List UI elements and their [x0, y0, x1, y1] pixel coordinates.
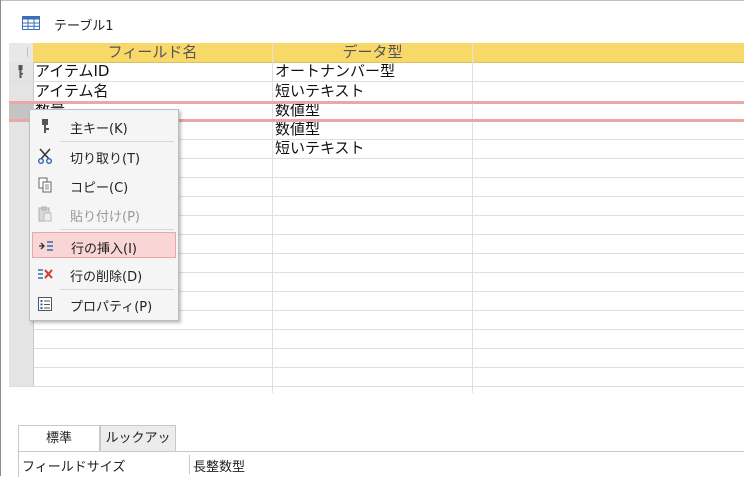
primary-key-icon — [18, 65, 23, 78]
insert-row-icon — [39, 241, 53, 251]
delete-row-icon — [38, 269, 53, 279]
menu-item-delete-row[interactable]: 行の削除(D) — [32, 261, 176, 287]
copy-icon — [38, 177, 52, 193]
menu-item-label: コピー(C) — [70, 181, 129, 196]
menu-item-label: 切り取り(T) — [70, 152, 141, 167]
cell-data-type[interactable]: 短いテキスト — [273, 82, 472, 101]
cell-data-type[interactable]: オートナンバー型 — [273, 62, 472, 81]
primary-key-icon — [42, 119, 49, 133]
table-row[interactable]: アイテム名 短いテキスト — [9, 82, 744, 102]
header-field-name[interactable]: フィールド名 — [33, 43, 273, 62]
menu-item-label: 行の削除(D) — [70, 270, 143, 285]
table-row[interactable]: アイテムID オートナンバー型 — [9, 62, 744, 82]
menu-item-properties[interactable]: プロパティ(P) — [32, 291, 176, 317]
row-selector[interactable] — [9, 367, 34, 386]
table-row[interactable] — [9, 329, 744, 349]
cell-data-type[interactable]: 短いテキスト — [273, 139, 472, 158]
grid-corner[interactable] — [9, 43, 33, 62]
menu-item-insert-row[interactable]: 行の挿入(I) — [32, 232, 176, 258]
menu-item-paste[interactable]: 貼り付け(P) — [32, 201, 176, 227]
cell-data-type[interactable]: 数値型 — [273, 120, 472, 139]
table-title: テーブル1 — [54, 19, 114, 34]
table-tab[interactable]: テーブル1 — [0, 8, 744, 38]
row-selector[interactable] — [9, 62, 34, 81]
menu-item-copy[interactable]: コピー(C) — [32, 172, 176, 198]
header-data-type[interactable]: データ型 — [273, 43, 473, 62]
field-size-value[interactable]: 長整数型 — [193, 456, 245, 475]
table-icon — [22, 16, 40, 30]
grid-header: フィールド名 データ型 — [9, 43, 744, 63]
window-left-border — [0, 0, 1, 476]
scissors-icon — [38, 148, 52, 164]
menu-item-label: 貼り付け(P) — [70, 210, 140, 225]
menu-item-label: プロパティ(P) — [70, 300, 153, 315]
field-size-label: フィールドサイズ — [22, 460, 126, 475]
cell-field-name[interactable]: アイテム名 — [33, 82, 272, 101]
insert-indicator-top — [9, 101, 744, 104]
row-selector[interactable] — [9, 348, 34, 367]
menu-item-primary-key[interactable]: 主キー(K) — [32, 113, 176, 139]
paste-icon — [38, 206, 52, 222]
menu-item-cut[interactable]: 切り取り(T) — [32, 143, 176, 169]
row-selector[interactable] — [9, 329, 34, 348]
field-properties-panel: フィールドサイズ 長整数型 — [18, 451, 744, 477]
menu-item-label: 主キー(K) — [70, 122, 128, 137]
table-row[interactable] — [9, 348, 744, 368]
header-description[interactable] — [473, 43, 743, 62]
context-menu: 主キー(K) 切り取り(T) コピー(C) 貼り付け(P) 行の挿入(I) 行の… — [29, 109, 179, 321]
tab-lookup[interactable]: ルックアップ — [100, 425, 176, 472]
menu-item-label: 行の挿入(I) — [71, 242, 137, 257]
properties-icon — [38, 297, 52, 311]
tab-general[interactable]: 標準 — [18, 425, 100, 452]
table-row[interactable] — [9, 367, 744, 387]
cell-field-name[interactable]: アイテムID — [33, 62, 272, 81]
row-selector[interactable] — [9, 82, 34, 101]
window-top-border — [0, 0, 744, 1]
